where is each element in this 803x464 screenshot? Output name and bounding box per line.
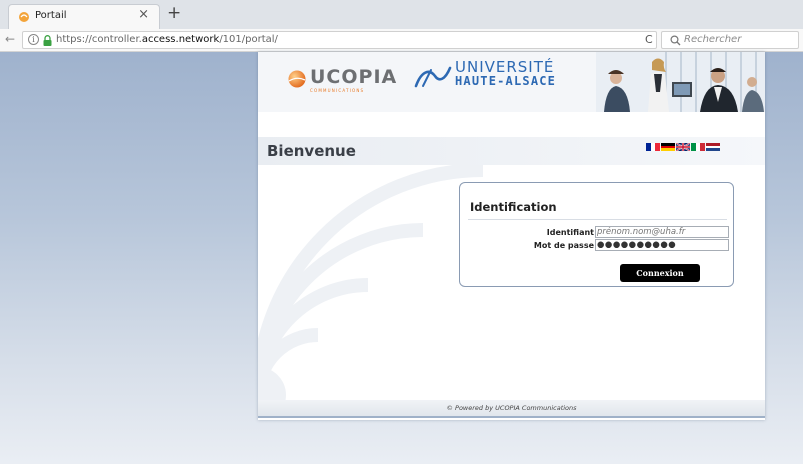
login-title: Identification <box>470 200 557 214</box>
page-title: Bienvenue <box>267 142 356 160</box>
new-tab-icon[interactable]: + <box>167 3 181 23</box>
header-banner: UCOPIA COMMUNICATIONS UNIVERSITÉ HAUTE-A… <box>258 52 765 112</box>
browser-tabbar: Portail × + <box>0 0 803 29</box>
password-label: Mot de passe <box>533 241 594 250</box>
search-placeholder: Rechercher <box>684 34 742 45</box>
username-label: Identifiant <box>546 228 594 237</box>
uha-emblem-icon <box>414 66 452 88</box>
language-selector <box>646 143 720 152</box>
site-info-icon[interactable]: i <box>28 34 39 45</box>
welcome-bar: Bienvenue <box>258 137 765 165</box>
flag-fr-icon[interactable] <box>646 143 661 151</box>
reload-icon[interactable]: C <box>645 33 653 46</box>
lock-icon <box>43 35 52 46</box>
portal-favicon-icon <box>19 12 29 22</box>
password-field[interactable] <box>595 239 729 251</box>
ucopia-name: UCOPIA <box>310 66 398 88</box>
footer-text: © Powered by UCOPIA Communications <box>446 404 577 412</box>
login-panel: Identification Identifiant Mot de passe … <box>459 182 734 287</box>
ucopia-subtitle: COMMUNICATIONS <box>310 88 365 93</box>
search-icon <box>670 35 681 46</box>
uha-line2: HAUTE-ALSACE <box>455 74 557 88</box>
flag-it-icon[interactable] <box>691 143 706 151</box>
flag-de-icon[interactable] <box>661 143 675 152</box>
connect-button[interactable]: Connexion <box>620 264 700 282</box>
username-field[interactable] <box>595 226 729 238</box>
portal-container: UCOPIA COMMUNICATIONS UNIVERSITÉ HAUTE-A… <box>258 52 765 420</box>
page-viewport: UCOPIA COMMUNICATIONS UNIVERSITÉ HAUTE-A… <box>0 52 803 464</box>
login-divider <box>468 219 727 220</box>
browser-tab[interactable]: Portail × <box>8 4 160 29</box>
business-people-photo <box>596 52 765 112</box>
back-arrow-icon[interactable]: ← <box>5 32 15 46</box>
tab-title: Portail <box>35 10 67 21</box>
url-text: https://controller.access.network/101/po… <box>56 34 278 45</box>
tab-close-icon[interactable]: × <box>138 7 149 22</box>
search-box[interactable]: Rechercher <box>661 31 799 49</box>
flag-en-icon[interactable] <box>676 143 690 151</box>
address-bar[interactable]: i https://controller.access.network/101/… <box>22 31 657 49</box>
uha-logo: UNIVERSITÉ HAUTE-ALSACE <box>413 58 573 98</box>
browser-navbar: ← i https://controller.access.network/10… <box>0 29 803 52</box>
flag-nl-icon[interactable] <box>706 143 720 152</box>
ucopia-logo: UCOPIA COMMUNICATIONS <box>288 62 403 98</box>
footer-bar: © Powered by UCOPIA Communications <box>258 400 765 418</box>
ucopia-ball-icon <box>288 70 306 88</box>
